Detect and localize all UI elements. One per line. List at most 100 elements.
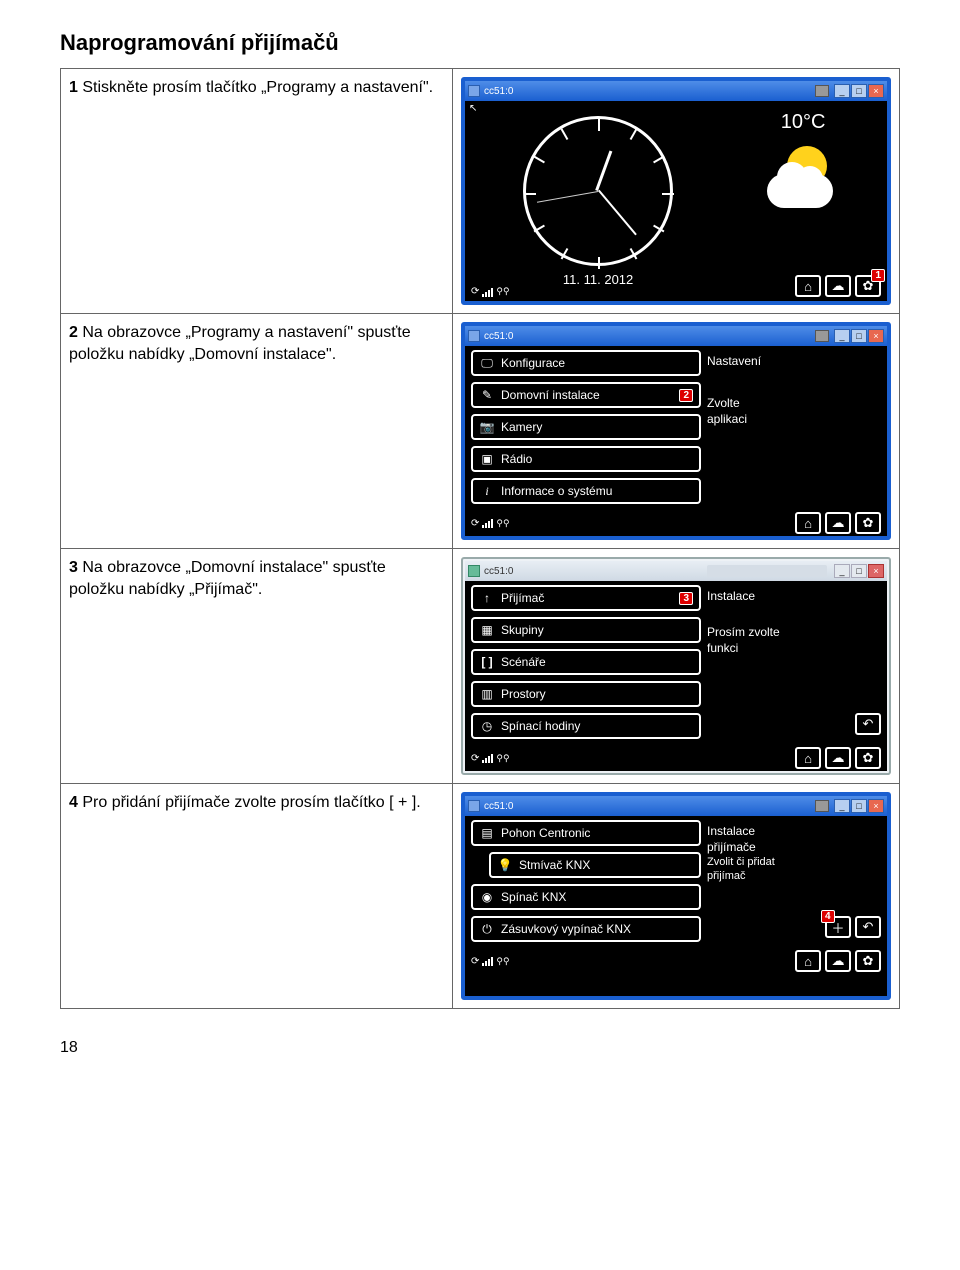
step4-text: 4 Pro přidání přijímače zvolte prosím tl… xyxy=(69,792,444,814)
titlebar: cc51:0 _ □ × xyxy=(465,796,887,816)
app-icon xyxy=(468,800,480,812)
close-button[interactable]: × xyxy=(868,84,884,98)
temperature: 10°C xyxy=(781,111,826,134)
status-strip: ⟳ ⚲⚲ xyxy=(471,518,510,529)
step4-body: Pro přidání přijímače zvolte prosím tlač… xyxy=(82,794,420,811)
status-strip: ⟳ ⚲⚲ xyxy=(471,753,510,764)
bulb-icon: 💡 xyxy=(497,859,513,871)
motor-icon: ▤ xyxy=(479,827,495,839)
menu-radio[interactable]: ▣ Rádio xyxy=(471,446,701,472)
floorplan-icon: ▥ xyxy=(479,688,495,700)
weather-button[interactable]: ☁ xyxy=(825,747,851,769)
minimize-button[interactable]: _ xyxy=(834,329,850,343)
close-button[interactable]: × xyxy=(868,329,884,343)
window-title: cc51:0 xyxy=(484,331,513,342)
window-frame: cc51:0 _ □ × ▤ Pohon Centronic 💡 xyxy=(461,792,891,1000)
printer-icon[interactable] xyxy=(815,330,829,342)
screwdriver-icon: ✎ xyxy=(479,389,495,401)
menu-label: Přijímač xyxy=(501,591,544,605)
maximize-button[interactable]: □ xyxy=(851,84,867,98)
home-button[interactable]: ⌂ xyxy=(795,747,821,769)
home-button[interactable]: ⌂ xyxy=(795,512,821,534)
settings-button[interactable]: ✿ xyxy=(855,512,881,534)
menu-label: Spínací hodiny xyxy=(501,719,580,733)
window-frame: cc51:0 _ □ × ↖ xyxy=(461,77,891,305)
side-nastaveni: Nastavení xyxy=(707,354,881,368)
menu-domovni-instalace[interactable]: ✎ Domovní instalace 2 xyxy=(471,382,701,408)
menu-zasuvkovy-vypinac-knx[interactable]: ⏻ Zásuvkový vypínač KNX xyxy=(471,916,701,942)
printer-icon[interactable] xyxy=(815,85,829,97)
step4-num: 4 xyxy=(69,794,78,811)
maximize-button[interactable]: □ xyxy=(851,564,867,578)
menu-label: Informace o systému xyxy=(501,484,612,498)
menu-informace[interactable]: i Informace o systému xyxy=(471,478,701,504)
menu-stmivac-knx[interactable]: 💡 Stmívač KNX xyxy=(489,852,701,878)
menu-pohon-centronic[interactable]: ▤ Pohon Centronic xyxy=(471,820,701,846)
menu-label: Domovní instalace xyxy=(501,388,600,402)
back-button[interactable]: ↶ xyxy=(855,916,881,938)
close-button[interactable]: × xyxy=(868,799,884,813)
titlebar: cc51:0 _ □ × xyxy=(465,81,887,101)
analog-clock xyxy=(523,116,673,266)
menu-konfigurace[interactable]: 🖵 Konfigurace xyxy=(471,350,701,376)
side-l2: přijímače xyxy=(707,840,881,854)
maximize-button[interactable]: □ xyxy=(851,799,867,813)
side-l3: Zvolit či přidat xyxy=(707,856,881,868)
menu-spinac-knx[interactable]: ◉ Spínač KNX xyxy=(471,884,701,910)
home-button[interactable]: ⌂ xyxy=(795,275,821,297)
add-button[interactable]: ＋ 4 xyxy=(825,916,851,938)
menu-prostory[interactable]: ▥ Prostory xyxy=(471,681,701,707)
weather-button[interactable]: ☁ xyxy=(825,950,851,972)
settings-button[interactable]: ✿ xyxy=(855,747,881,769)
side-l4: přijímač xyxy=(707,870,881,882)
window-frame: cc51:0 _ □ × ↑ Přijímač 3 ▦ xyxy=(461,557,891,775)
printer-icon[interactable] xyxy=(815,800,829,812)
close-button[interactable]: × xyxy=(868,564,884,578)
weather-button[interactable]: ☁ xyxy=(825,275,851,297)
minimize-button[interactable]: _ xyxy=(834,84,850,98)
menu-label: Skupiny xyxy=(501,623,544,637)
step2-screenshot: cc51:0 _ □ × 🖵 Konfigurace ✎ xyxy=(461,322,891,540)
menu-scenare[interactable]: [ ] Scénáře xyxy=(471,649,701,675)
info-icon: i xyxy=(479,485,495,497)
monitor-icon: 🖵 xyxy=(479,357,495,369)
clock-icon: ◷ xyxy=(479,720,495,732)
step1-body: Stiskněte prosím tlačítko „Programy a na… xyxy=(82,79,433,96)
brackets-icon: [ ] xyxy=(479,656,495,668)
switch-icon: ◉ xyxy=(479,891,495,903)
app-icon xyxy=(468,565,480,577)
settings-badge: 1 xyxy=(871,269,885,282)
home-button[interactable]: ⌂ xyxy=(795,950,821,972)
app-icon xyxy=(468,330,480,342)
side-l1: Instalace xyxy=(707,824,881,838)
item-badge: 2 xyxy=(679,389,693,402)
minimize-button[interactable]: _ xyxy=(834,564,850,578)
step1-num: 1 xyxy=(69,79,78,96)
page-number: 18 xyxy=(60,1039,900,1057)
menu-spinaci-hodiny[interactable]: ◷ Spínací hodiny xyxy=(471,713,701,739)
socket-icon: ⏻ xyxy=(479,923,495,935)
maximize-button[interactable]: □ xyxy=(851,329,867,343)
step3-body: Na obrazovce „Domovní instalace" spusťte… xyxy=(69,559,386,598)
minimize-button[interactable]: _ xyxy=(834,799,850,813)
side-funkci: funkci xyxy=(707,641,881,655)
menu-label: Scénáře xyxy=(501,655,546,669)
step2-num: 2 xyxy=(69,324,78,341)
side-aplikaci: aplikaci xyxy=(707,412,881,426)
menu-label: Spínač KNX xyxy=(501,890,566,904)
settings-button[interactable]: ✿ 1 xyxy=(855,275,881,297)
menu-label: Pohon Centronic xyxy=(501,826,590,840)
settings-button[interactable]: ✿ xyxy=(855,950,881,972)
grid-icon: ▦ xyxy=(479,624,495,636)
back-button[interactable]: ↶ xyxy=(855,713,881,735)
menu-kamery[interactable]: 📷 Kamery xyxy=(471,414,701,440)
item-badge: 3 xyxy=(679,592,693,605)
menu-prijimac[interactable]: ↑ Přijímač 3 xyxy=(471,585,701,611)
arrow-up-icon: ↑ xyxy=(479,592,495,604)
menu-label: Kamery xyxy=(501,420,542,434)
add-badge: 4 xyxy=(821,910,835,923)
status-strip: ⟳ ⚲⚲ xyxy=(471,956,510,967)
menu-skupiny[interactable]: ▦ Skupiny xyxy=(471,617,701,643)
weather-button[interactable]: ☁ xyxy=(825,512,851,534)
window-title: cc51:0 xyxy=(484,801,513,812)
